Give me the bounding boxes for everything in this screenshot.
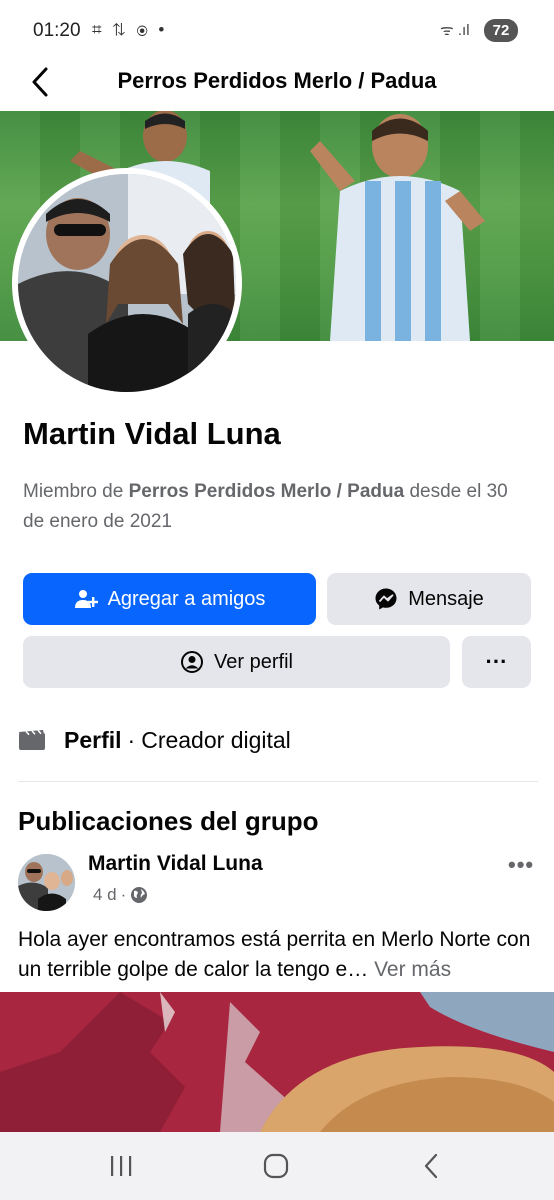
post-meta: 4 d · — [93, 885, 148, 905]
avatar-photo-image — [18, 174, 236, 392]
message-label: Mensaje — [408, 587, 484, 610]
status-bar: 01:20 ⌗ ⇅ ⦿ • ᯤ .ıl 72 — [0, 0, 554, 60]
section-divider — [18, 781, 538, 782]
home-icon — [263, 1153, 289, 1179]
see-more-link[interactable]: Ver más — [368, 958, 451, 981]
notification-icons: ⌗ ⇅ ⦿ • — [92, 20, 168, 39]
role-label: Perfil — [64, 726, 122, 753]
member-prefix: Miembro de — [23, 481, 129, 502]
post-author-avatar[interactable] — [18, 854, 75, 911]
home-button[interactable] — [256, 1150, 296, 1182]
cover-player-image — [310, 114, 485, 341]
profile-avatar[interactable] — [18, 174, 236, 392]
post-image[interactable] — [0, 992, 554, 1132]
post-author-name[interactable]: Martin Vidal Luna — [88, 852, 263, 876]
app-bar: Perros Perdidos Merlo / Padua — [0, 60, 554, 110]
profile-role-row: Perfil · Creador digital — [18, 720, 291, 760]
view-profile-button[interactable]: Ver perfil — [23, 636, 450, 688]
role-value: Creador digital — [141, 726, 291, 753]
messenger-icon — [375, 588, 397, 610]
recent-apps-icon — [111, 1156, 132, 1176]
post-photo — [0, 992, 554, 1132]
view-profile-label: Ver perfil — [214, 650, 293, 673]
profile-name: Martin Vidal Luna — [23, 416, 281, 451]
add-friend-icon — [74, 590, 98, 608]
page-title: Perros Perdidos Merlo / Padua — [117, 68, 437, 93]
battery-icon: 72 — [484, 19, 518, 42]
post-more-button[interactable]: ••• — [508, 852, 534, 878]
post-body: Hola ayer encontramos está perrita en Me… — [18, 928, 531, 981]
message-button[interactable]: Mensaje — [327, 573, 531, 625]
group-link[interactable]: Perros Perdidos Merlo / Padua — [129, 481, 405, 502]
more-options-button[interactable]: ··· — [462, 636, 531, 688]
globe-icon — [131, 887, 148, 903]
add-friend-button[interactable]: Agregar a amigos — [23, 573, 316, 625]
add-friend-label: Agregar a amigos — [107, 587, 266, 610]
clapperboard-icon — [19, 729, 45, 750]
membership-info: Miembro de Perros Perdidos Merlo / Padua… — [23, 477, 533, 537]
role-separator: · — [127, 726, 136, 753]
profile-icon — [181, 651, 204, 673]
more-options-icon: ··· — [485, 649, 508, 674]
post-avatar-image — [18, 854, 75, 911]
post-text: Hola ayer encontramos está perrita en Me… — [18, 925, 538, 985]
status-time: 01:20 — [33, 20, 81, 41]
group-posts-title: Publicaciones del grupo — [18, 806, 319, 836]
recent-apps-button[interactable] — [101, 1150, 141, 1182]
post-meta-dot: · — [120, 885, 127, 904]
system-back-button[interactable] — [411, 1150, 451, 1182]
back-arrow-icon — [424, 1153, 438, 1179]
system-nav-bar — [0, 1132, 554, 1200]
signal-icon: ᯤ .ıl — [440, 22, 470, 39]
post-time[interactable]: 4 d — [93, 885, 117, 905]
